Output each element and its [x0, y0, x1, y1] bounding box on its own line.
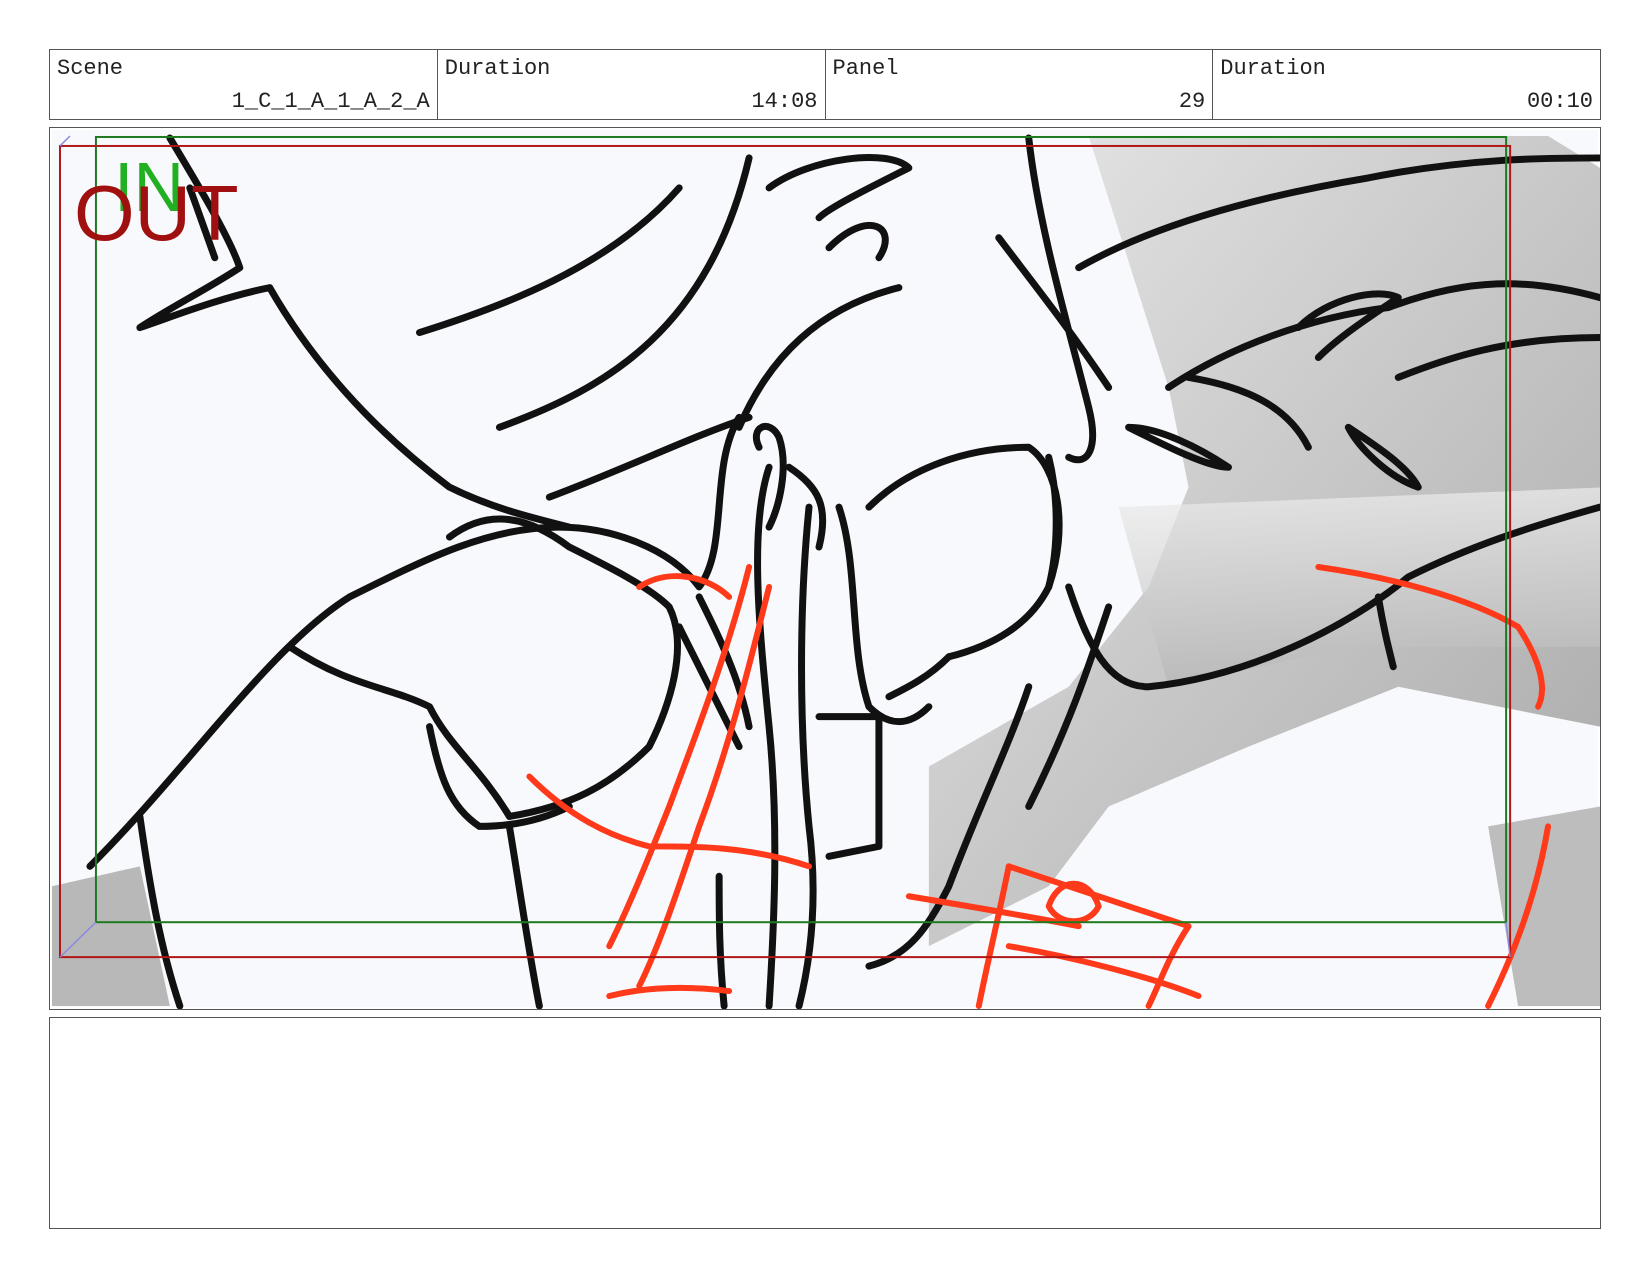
storyboard-frame: IN OUT: [49, 127, 1601, 1010]
panel-value: 29: [1178, 89, 1206, 114]
panel-header: Scene 1_C_1_A_1_A_2_A Duration 14:08 Pan…: [49, 49, 1601, 120]
scene-duration-cell: Duration 14:08: [438, 50, 826, 119]
panel-duration-value: 00:10: [1526, 89, 1593, 114]
panel-duration-label: Duration: [1220, 56, 1326, 81]
notes-box[interactable]: [49, 1017, 1601, 1229]
scene-cell: Scene 1_C_1_A_1_A_2_A: [50, 50, 438, 119]
out-label: OUT: [74, 169, 239, 257]
scene-duration-value: 14:08: [751, 89, 818, 114]
panel-label: Panel: [832, 56, 899, 81]
panel-duration-cell: Duration 00:10: [1213, 50, 1600, 119]
panel-cell: Panel 29: [826, 50, 1214, 119]
scene-value: 1_C_1_A_1_A_2_A: [231, 89, 430, 114]
sketch-drawing: [51, 129, 1600, 1009]
scene-label: Scene: [57, 56, 124, 81]
scene-duration-label: Duration: [444, 56, 551, 81]
